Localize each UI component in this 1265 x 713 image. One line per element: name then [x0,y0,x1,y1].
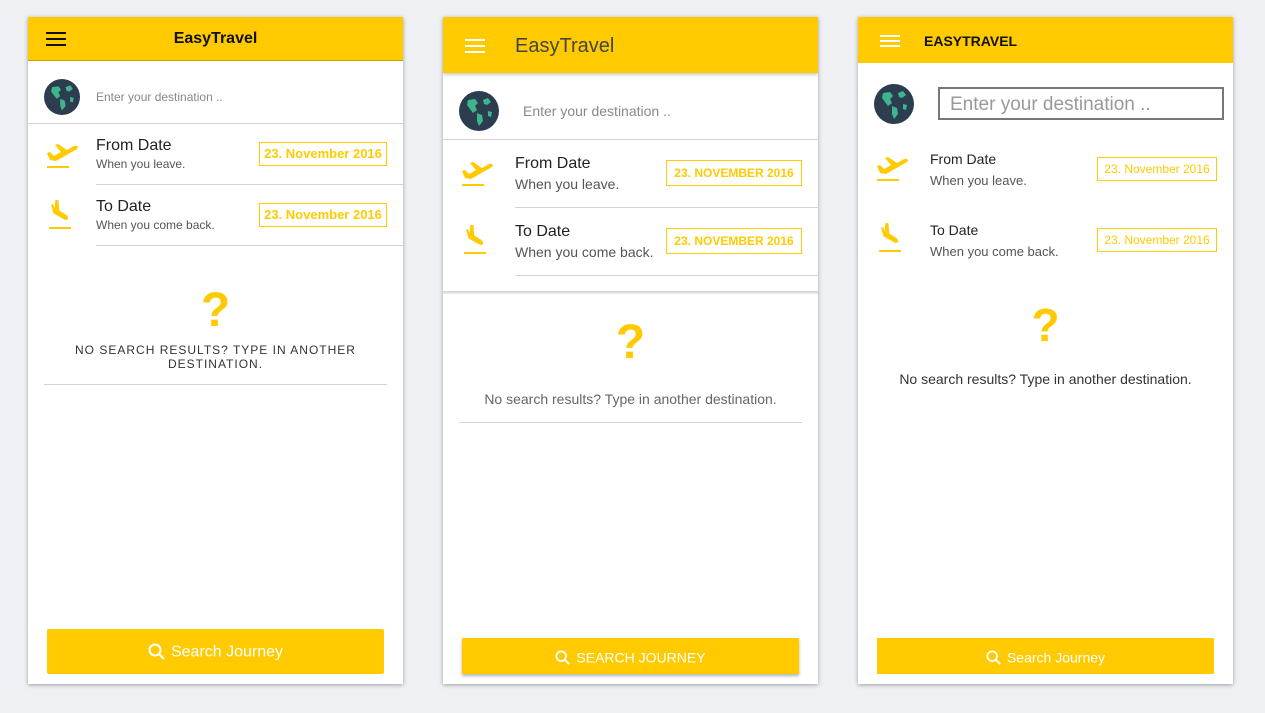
from-date-label: From Date [515,155,591,172]
app-bar: EasyTravel [28,17,403,61]
question-mark-icon: ? [615,316,646,369]
takeoff-plane-icon [44,139,80,171]
app-title: EASYTRAVEL [924,33,1018,49]
search-icon [555,650,571,665]
search-journey-button[interactable]: Search Journey [877,638,1214,674]
screen-1: EasyTravel Enter your destination .. Fro… [28,17,403,684]
to-date-sub: When you come back. [515,244,654,260]
divider [44,384,387,385]
app-title: EasyTravel [173,30,258,47]
to-date-label: To Date [930,222,979,238]
to-date-label: To Date [515,223,571,240]
app-title: EasyTravel [515,35,615,57]
from-date-sub: When you leave. [96,157,186,171]
from-date-button[interactable]: 23. NOVEMBER 2016 [666,160,802,186]
destination-input[interactable]: Enter your destination .. [938,87,1224,120]
divider [96,184,403,185]
card-shadow [443,291,818,294]
to-date-sub: When you come back. [930,244,1059,259]
takeoff-plane-icon [459,157,495,189]
divider [459,422,802,423]
from-date-sub: When you leave. [515,176,620,192]
landing-plane-icon [44,200,80,232]
search-journey-button[interactable]: Search Journey [47,629,384,674]
to-date-button[interactable]: 23. November 2016 [1097,228,1217,252]
globe-icon [44,79,80,115]
globe-icon [874,84,914,124]
search-journey-label: SEARCH JOURNEY [576,649,706,666]
hamburger-menu-icon[interactable] [465,39,485,53]
divider [515,207,818,208]
from-date-button[interactable]: 23. November 2016 [259,142,387,166]
to-date-button[interactable]: 23. NOVEMBER 2016 [666,228,802,254]
divider [443,139,818,140]
search-journey-button[interactable]: SEARCH JOURNEY [462,638,799,674]
question-mark-icon: ? [200,284,231,337]
to-date-label: To Date [96,198,152,215]
search-journey-label: Search Journey [1006,649,1106,666]
from-date-button[interactable]: 23. November 2016 [1097,157,1217,181]
globe-icon [459,91,499,131]
question-mark-icon: ? [1031,299,1060,351]
destination-input[interactable]: Enter your destination .. [523,103,671,119]
destination-input[interactable]: Enter your destination .. [96,90,223,104]
search-journey-label: Search Journey [170,643,284,661]
from-date-sub: When you leave. [930,173,1027,188]
app-bar: EasyTravel [443,17,818,73]
hamburger-menu-icon[interactable] [880,35,900,47]
divider [96,245,403,246]
app-bar: EASYTRAVEL [858,17,1233,63]
divider [28,123,403,124]
from-date-label: From Date [96,137,172,154]
search-icon [148,643,165,661]
screen-3: EASYTRAVEL Enter your destination .. Fro… [858,17,1233,684]
takeoff-plane-icon [874,152,910,184]
search-icon [986,650,1001,665]
empty-message: No search results? Type in another desti… [484,391,777,407]
empty-message: NO SEARCH RESULTS? TYPE IN ANOTHER DESTI… [75,343,356,371]
landing-plane-icon [874,223,910,255]
to-date-button[interactable]: 23. November 2016 [259,203,387,227]
screen-2: EasyTravel Enter your destination .. Fro… [443,17,818,684]
empty-message: No search results? Type in another desti… [899,371,1192,387]
to-date-sub: When you come back. [96,218,215,232]
from-date-label: From Date [930,151,997,167]
landing-plane-icon [459,225,495,257]
divider [515,275,818,276]
destination-placeholder: Enter your destination .. [950,94,1151,115]
